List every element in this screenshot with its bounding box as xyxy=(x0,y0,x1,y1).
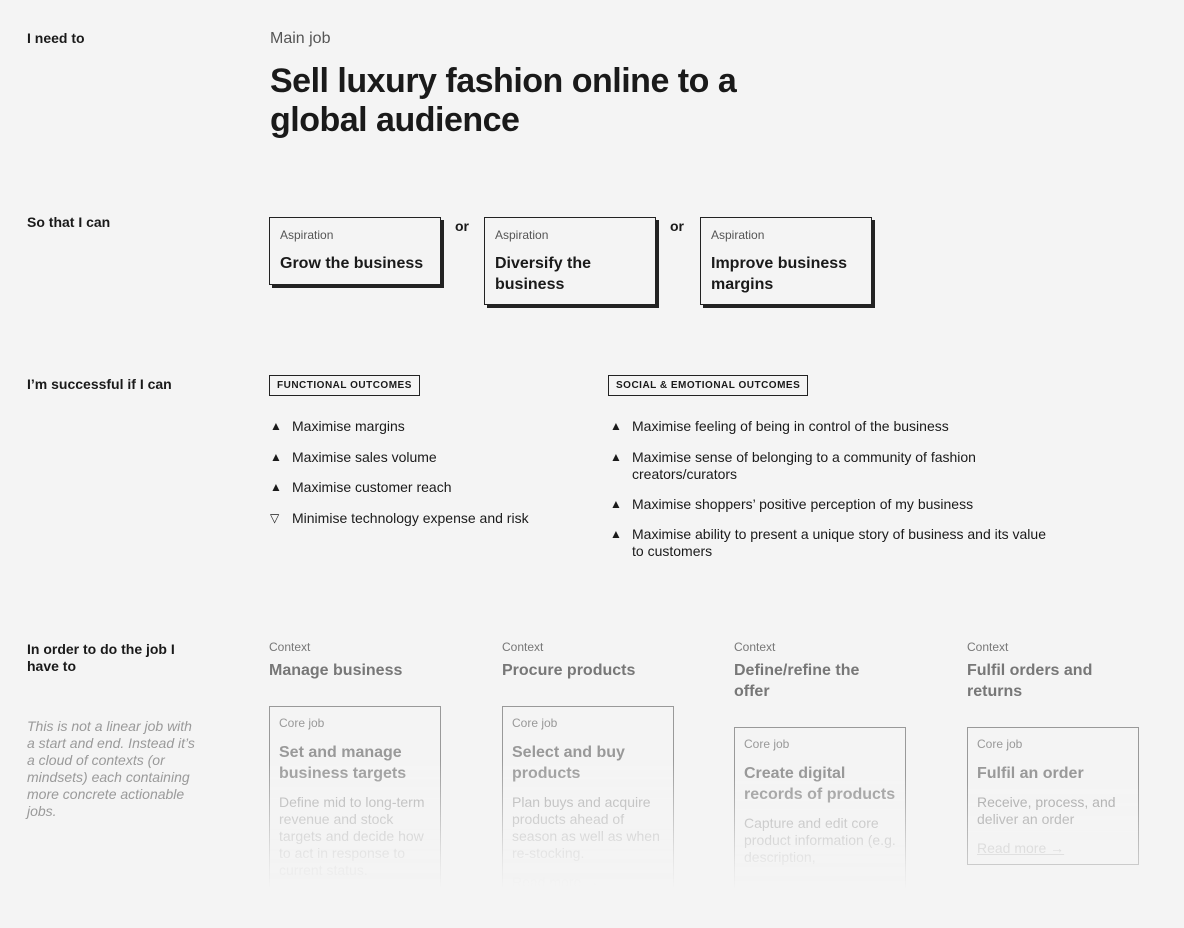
core-job-card[interactable]: Core job Select and buy products Plan buys… xyxy=(502,706,674,890)
section-label-so-that: So that I can xyxy=(27,214,111,230)
triangle-up-icon: ▲ xyxy=(270,480,282,494)
core-job-card[interactable]: Core job Fulfil an order Receive, process,… xyxy=(967,727,1139,865)
aspiration-title: Grow the business xyxy=(280,255,424,272)
outcome-item: ▲ Maximise margins xyxy=(270,418,405,434)
aspiration-card[interactable]: Aspiration Diversify the business xyxy=(484,217,656,305)
core-job-desc: Define mid to long-term revenue and stoc… xyxy=(279,794,425,878)
read-more-link[interactable]: Read more → xyxy=(977,840,1129,856)
main-job-label: Main job xyxy=(270,30,331,47)
context-header: Context Manage business xyxy=(269,640,403,679)
core-job-desc: Capture and edit core product informatio… xyxy=(744,815,896,865)
triangle-up-icon: ▲ xyxy=(610,497,622,511)
aspiration-title: Improve business margins xyxy=(711,255,848,293)
section-label-in-order: In order to do the job I have to xyxy=(27,641,175,674)
aspiration-label: Aspiration xyxy=(711,228,765,242)
read-more-link[interactable]: Read more → xyxy=(512,874,664,890)
outcome-item: ▲ Maximise ability to present a unique st… xyxy=(610,526,1046,559)
outcome-item: ▲ Maximise sales volume xyxy=(270,449,437,465)
core-job-title: Set and manage business targets xyxy=(279,744,407,782)
core-job-title: Select and buy products xyxy=(512,744,625,782)
core-job-desc: Plan buys and acquire products ahead of … xyxy=(512,794,660,861)
outcome-item: ▲ Maximise feeling of being in control of… xyxy=(610,418,949,434)
outcome-item: ▲ Maximise shoppers’ positive perception … xyxy=(610,496,974,512)
or-label: or xyxy=(455,218,469,234)
core-job-card[interactable]: Core job Create digital records of produc… xyxy=(734,727,906,889)
aspiration-label: Aspiration xyxy=(280,228,334,242)
aspiration-card[interactable]: Aspiration Improve business margins xyxy=(700,217,872,305)
aspiration-label: Aspiration xyxy=(495,228,549,242)
triangle-up-icon: ▲ xyxy=(610,527,622,541)
outcome-item: ▲ Maximise sense of belonging to a commun… xyxy=(610,449,976,482)
section-label-need: I need to xyxy=(27,30,85,46)
core-job-desc: Receive, process, and deliver an order xyxy=(977,794,1116,827)
triangle-up-icon: ▲ xyxy=(270,450,282,464)
triangle-up-icon: ▲ xyxy=(610,450,622,464)
core-job-title: Fulfil an order xyxy=(977,765,1084,782)
triangle-up-icon: ▲ xyxy=(270,419,282,433)
main-job-title: Sell luxury fashion online to a global a… xyxy=(270,62,737,139)
or-label: or xyxy=(670,218,684,234)
outcome-item: ▲ Maximise customer reach xyxy=(270,479,452,495)
context-header: Context Define/refine the offer xyxy=(734,640,860,700)
social-outcomes-tag: Social & emotional outcomes xyxy=(608,375,809,396)
context-note: This is not a linear job with a start an… xyxy=(27,718,195,819)
triangle-up-icon: ▲ xyxy=(610,419,622,433)
section-label-successful: I’m successful if I can xyxy=(27,376,172,392)
triangle-down-outline-icon: ▽ xyxy=(270,511,280,525)
aspiration-title: Diversify the business xyxy=(495,255,592,293)
context-header: Context Procure products xyxy=(502,640,636,679)
core-job-title: Create digital records of products xyxy=(744,765,896,803)
aspiration-card[interactable]: Aspiration Grow the business xyxy=(269,217,441,285)
context-header: Context Fulfil orders and returns xyxy=(967,640,1093,700)
functional-outcomes-tag: Functional outcomes xyxy=(269,375,420,396)
outcome-item: ▽ Minimise technology expense and risk xyxy=(270,510,529,526)
core-job-card[interactable]: Core job Set and manage business targets D… xyxy=(269,706,441,888)
